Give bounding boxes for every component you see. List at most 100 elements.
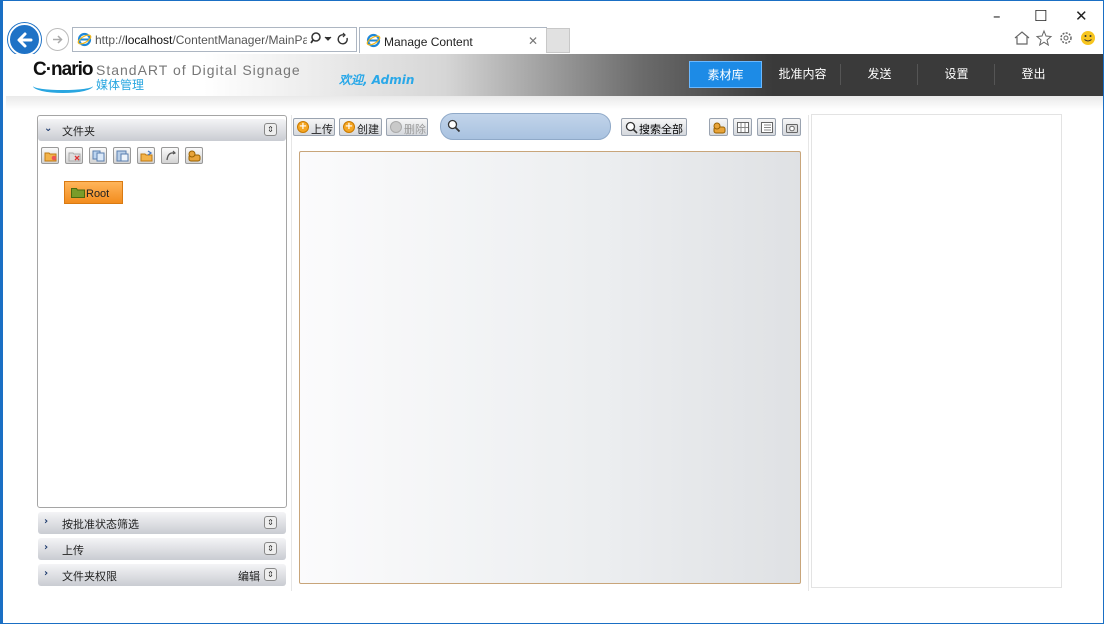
new-tab-button[interactable] [546,28,570,53]
plus-circle-icon: + [343,121,355,133]
nav-separator [917,64,918,85]
arrow-right-icon [53,35,63,44]
search-all-label: 搜索全部 [639,123,683,136]
paste-folder-button[interactable] [113,147,131,164]
key-icon [713,122,726,134]
browser-tab[interactable]: Manage Content ✕ [359,27,547,53]
accordion-upload[interactable]: › 上传 ⇕ [38,538,286,560]
chevron-right-icon: › [44,516,49,527]
accordion-folders-label: 文件夹 [62,125,95,138]
logo-brand: C·nario [33,59,93,80]
nav-approve-content[interactable]: 批准内容 [766,61,839,88]
upload-button[interactable]: + 上传 [293,118,335,136]
expand-collapse-icon[interactable]: ⇕ [264,568,277,581]
search-all-icon [625,121,638,134]
camera-icon [786,124,798,133]
url-prefix: http:// [95,33,126,47]
maximize-button[interactable]: ☐ [1034,7,1047,25]
ie-tab-icon [366,33,381,48]
copy-folder-button[interactable] [89,147,107,164]
url-host: localhost [125,33,173,47]
search-refresh-icons[interactable] [310,31,350,47]
close-tab-icon[interactable]: ✕ [528,34,538,48]
ie-icon [77,32,92,47]
accordion-upload-label: 上传 [62,544,84,557]
rename-folder-button[interactable] [161,147,179,164]
preview-button[interactable] [782,118,801,136]
browser-right-icons[interactable] [1013,29,1098,47]
url-text: http://localhost/ContentManager/MainPag [95,33,307,47]
logo-swoosh [33,79,93,93]
search-input[interactable] [465,118,605,135]
new-folder-button[interactable] [41,147,59,164]
url-path: /ContentManager/MainPag [172,33,307,47]
list-view-icon [761,122,773,133]
arrow-left-icon [17,32,33,48]
upload-label: 上传 [311,123,333,136]
forward-button[interactable] [46,28,69,51]
key-icon [188,150,201,162]
search-all-button[interactable]: 搜索全部 [621,118,687,136]
star-icon [1035,29,1053,47]
move-folder-button[interactable] [137,147,155,164]
expand-collapse-icon[interactable]: ⇕ [264,516,277,529]
tab-title: Manage Content [384,35,473,49]
nav-send[interactable]: 发送 [843,61,916,88]
nav-separator [840,64,841,85]
address-bar[interactable]: http://localhost/ContentManager/MainPag [72,27,357,52]
panel-divider [291,115,292,591]
root-folder[interactable]: Root [64,181,123,204]
search-icon [447,119,461,133]
chevron-right-icon: › [44,568,49,579]
delete-folder-button[interactable] [65,147,83,164]
rename-icon [166,150,177,161]
logo-subtitle: 媒体管理 [96,78,145,92]
smiley-icon [1081,31,1095,45]
search-box[interactable] [440,113,611,140]
content-area[interactable] [299,151,801,584]
panel-divider [808,115,809,591]
grid-view-button[interactable] [733,118,752,136]
accordion-folder-permissions[interactable]: › 文件夹权限 编辑 ⇕ [38,564,286,586]
accordion-permissions-label: 文件夹权限 [62,570,117,583]
create-button[interactable]: + 创建 [339,118,382,136]
address-tools[interactable] [310,31,350,51]
back-button[interactable] [8,23,41,56]
nav-settings[interactable]: 设置 [920,61,993,88]
trash-icon [390,121,402,133]
chevron-down-icon: ⌄ [44,123,53,134]
nav-library[interactable]: 素材库 [689,61,762,88]
accordion-approval-filter[interactable]: › 按批准状态筛选 ⇕ [38,512,286,534]
browser-window: – ☐ ✕ http://localhost/ContentManager/Ma… [0,0,1104,624]
root-folder-label: Root [86,188,110,200]
nav-logout[interactable]: 登出 [997,61,1070,88]
app-header: C·nario StandART of Digital Signage 媒体管理… [6,54,1103,110]
grid-view-icon [737,122,749,133]
header-shadow [6,96,1103,110]
plus-circle-icon: + [297,121,309,133]
nav-separator [994,64,995,85]
paste-icon [116,150,129,162]
delete-folder-icon [68,152,81,162]
accordion-folders[interactable]: ⌄ 文件夹 ⇕ [38,119,286,141]
gear-icon [1060,32,1072,44]
permissions-edit-link[interactable]: 编辑 [238,568,260,584]
details-panel [811,114,1062,588]
create-label: 创建 [357,123,379,136]
folder-permission-button[interactable] [185,147,203,164]
expand-collapse-icon[interactable]: ⇕ [264,123,277,136]
copy-icon [92,150,105,162]
expand-collapse-icon[interactable]: ⇕ [264,542,277,555]
list-view-button[interactable] [757,118,776,136]
minimize-button[interactable]: – [993,7,1001,25]
delete-label: 删除 [404,123,426,136]
folder-panel [37,115,287,508]
close-window-button[interactable]: ✕ [1075,7,1088,25]
accordion-filter-label: 按批准状态筛选 [62,518,139,531]
move-folder-icon [140,150,153,162]
folder-icon [71,188,85,198]
delete-button[interactable]: 删除 [386,118,428,136]
home-icon [1014,31,1030,45]
permission-view-button[interactable] [709,118,728,136]
new-folder-icon [44,152,57,162]
